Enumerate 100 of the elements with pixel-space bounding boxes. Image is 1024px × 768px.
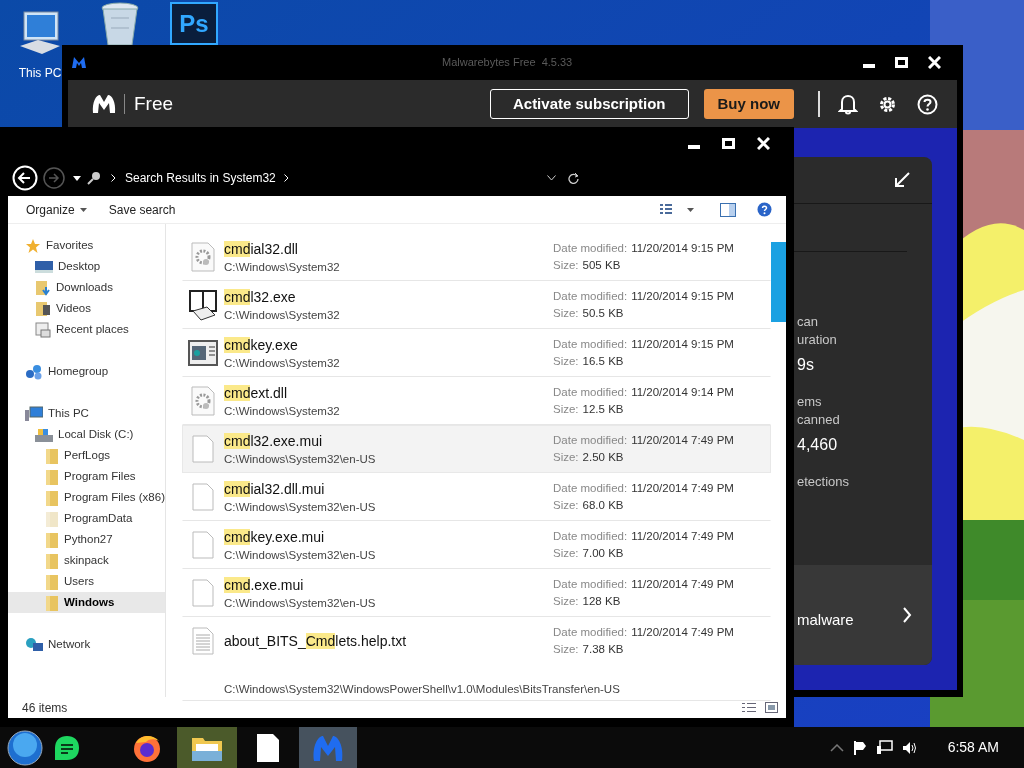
start-orb-icon [7,729,43,766]
large-icons-view-icon[interactable] [765,702,778,713]
nav-item[interactable]: Program Files [8,466,165,487]
date-value: 11/20/2014 7:49 PM [631,529,734,544]
file-name: cmdkey.exe [224,336,299,355]
dropdown-caret-icon[interactable] [687,207,694,212]
folder-icon [45,447,59,464]
nav-item[interactable]: Network [8,634,165,655]
file-name: cmdl32.exe [224,288,297,307]
nav-item[interactable]: skinpack [8,550,165,571]
date-value: 11/20/2014 9:15 PM [631,337,734,352]
size-value: 7.00 KB [582,546,624,561]
volume-icon[interactable] [901,740,918,755]
breadcrumb[interactable]: Search Results in System32 [125,169,276,187]
dropdown-caret-icon[interactable] [73,175,81,181]
maximize-icon[interactable] [722,138,735,149]
size-label: Size: [553,498,579,513]
nav-item[interactable]: Users [8,571,165,592]
back-icon[interactable] [12,165,38,191]
refresh-icon[interactable] [567,172,579,184]
save-search-button[interactable]: Save search [108,200,176,219]
minimize-icon[interactable] [688,144,700,149]
size-value: 68.0 KB [582,498,624,513]
date-label: Date modified: [553,241,628,256]
file-path: C:\Windows\System32 [224,260,341,275]
file-name: cmdial32.dll [224,240,299,259]
size-value: 2.50 KB [582,450,624,465]
file-row[interactable]: cmdial32.dll C:\Windows\System32 Date modified: 11/20/2014 9:15 PM Size: 505 KB [182,233,771,281]
preview-pane-icon[interactable] [720,202,736,217]
window-title: Malwarebytes Free 4.5.33 [442,55,573,71]
computer-icon [25,405,43,422]
network-icon[interactable] [876,740,893,755]
folder-icon [45,531,59,548]
date-value: 11/20/2014 9:14 PM [631,385,734,400]
file-row[interactable]: cmdkey.exe.mui C:\Windows\System32\en-US Date modified: 11/20/2014 7:49 PM Size: 7.00 KB [182,521,771,569]
desktop-icon-label: This PC [18,65,62,82]
activate-subscription-button[interactable]: Activate subscription [489,89,689,119]
computer-icon[interactable] [18,10,62,56]
file-icon [192,531,214,559]
minimize-arrow-icon[interactable] [894,172,910,188]
taskbar-button[interactable] [177,727,237,768]
size-value: 12.5 KB [582,402,624,417]
application-window-icon [188,340,218,366]
file-name: about_BITS_Cmdlets.help.txt [224,632,408,651]
close-icon[interactable] [928,56,941,69]
size-label: Size: [553,546,579,561]
folder-icon [45,552,59,569]
nav-item[interactable]: PerfLogs [8,445,165,466]
maximize-icon[interactable] [895,57,908,68]
network-icon [25,636,43,653]
nav-item[interactable]: Python27 [8,529,165,550]
nav-item[interactable]: Program Files (x86) [8,487,165,508]
date-value: 11/20/2014 9:15 PM [631,241,734,256]
stat-label: etections [797,473,851,491]
buy-now-button[interactable]: Buy now [703,89,794,119]
file-row[interactable]: cmdl32.exe.mui C:\Windows\System32\en-US Date modified: 11/20/2014 7:49 PM Size: 2.50 KB [182,425,771,473]
nav-item[interactable]: Local Disk (C:) [8,424,165,445]
scrollbar-thumb[interactable] [771,242,786,322]
nav-item[interactable]: ProgramData [8,508,165,529]
chevron-up-icon[interactable] [829,743,844,752]
nav-item[interactable]: Downloads [8,277,165,298]
details-view-icon[interactable] [742,702,756,713]
chat-app-icon [54,734,80,761]
view-options-icon[interactable] [659,202,673,217]
desktop-icon [35,259,53,274]
file-row[interactable]: cmdkey.exe C:\Windows\System32 Date modified: 11/20/2014 9:15 PM Size: 16.5 KB [182,329,771,377]
file-icon [256,732,280,763]
folder-icon [45,573,59,590]
size-value: 16.5 KB [582,354,624,369]
dropdown-caret-icon[interactable] [546,175,556,181]
size-label: Size: [553,450,579,465]
drive-icon [35,426,53,443]
nav-item[interactable]: Desktop [8,256,165,277]
file-row[interactable]: about_BITS_Cmdlets.help.txt Date modified: 11/20/2014 7:49 PM Size: 7.38 KB C:\Windows\System32\WindowsPowerShell\v1.0\Modules\BitsTransfer\en-US [182,617,771,701]
date-label: Date modified: [553,289,628,304]
flag-icon[interactable] [853,740,867,755]
nav-item[interactable]: This PC [8,403,165,424]
file-row[interactable]: cmdl32.exe C:\Windows\System32 Date modified: 11/20/2014 9:15 PM Size: 50.5 KB [182,281,771,329]
stat-label: canned [797,411,841,429]
forward-icon[interactable] [43,167,65,189]
file-row[interactable]: cmd.exe.mui C:\Windows\System32\en-US Date modified: 11/20/2014 7:49 PM Size: 128 KB [182,569,771,617]
nav-item[interactable]: Recent places [8,319,165,340]
nav-item[interactable]: Favorites [8,235,165,256]
nav-item[interactable]: Windows [8,592,165,613]
minimize-icon[interactable] [863,63,875,68]
stat-value: 4,460 [797,435,839,455]
notification-bell-icon[interactable] [838,93,858,115]
size-label: Size: [553,354,579,369]
item-count: 46 items [22,699,68,717]
homegroup-icon [25,363,43,380]
help-icon[interactable] [917,93,938,115]
file-row[interactable]: cmdial32.dll.mui C:\Windows\System32\en-US Date modified: 11/20/2014 7:49 PM Size: 68.0 KB [182,473,771,521]
organize-button[interactable]: Organize [26,200,87,219]
photoshop-icon[interactable]: Ps [170,2,218,45]
nav-item[interactable]: Homegroup [8,361,165,382]
clock[interactable]: 6:58 AM [947,737,999,758]
scan-footer-panel[interactable]: malware [794,565,932,665]
nav-item[interactable]: Videos [8,298,165,319]
close-icon[interactable] [757,137,770,150]
recycle-bin-icon[interactable] [99,2,141,45]
